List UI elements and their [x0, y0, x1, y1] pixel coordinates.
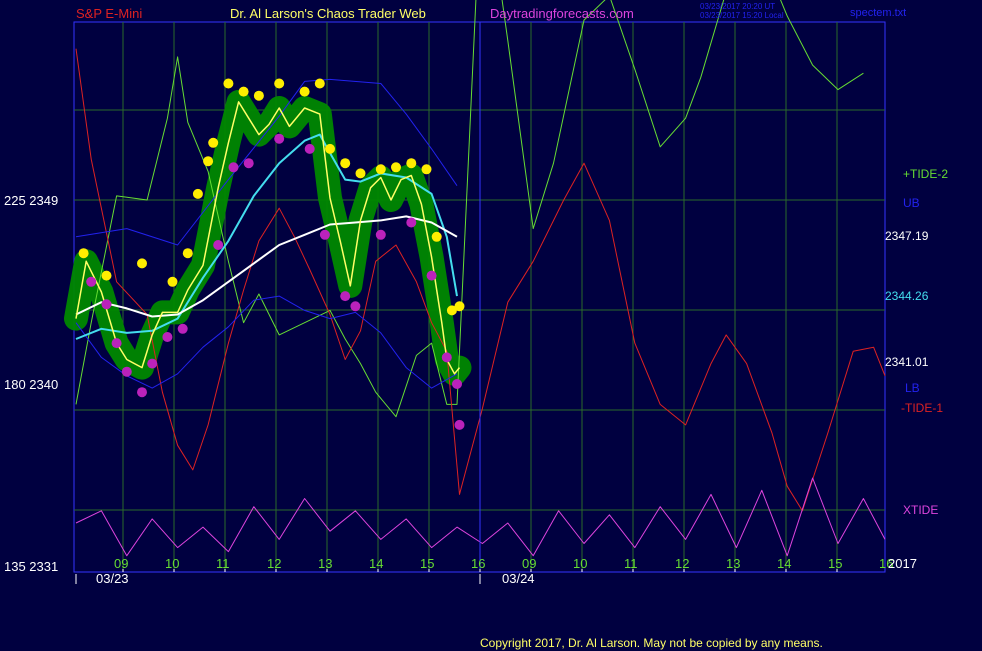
file-label: spectem.txt: [850, 7, 907, 19]
right-label-xtide: XTIDE: [903, 503, 939, 517]
low-dot: [121, 366, 132, 377]
low-dot: [406, 217, 417, 228]
x-hour-label-6: 15: [420, 556, 435, 571]
high-dot: [208, 137, 219, 148]
high-dot: [78, 248, 89, 259]
low-dot: [340, 291, 351, 302]
low-dot: [319, 229, 330, 240]
low-dot: [375, 229, 386, 240]
high-dot: [431, 231, 442, 242]
low-dot: [177, 323, 188, 334]
x-axis-ticks: [75, 569, 838, 584]
x-date-label-1: 03/24: [502, 571, 535, 586]
y-label-0: 225 2349: [4, 193, 59, 208]
series-ub: [75, 78, 458, 246]
high-dot: [274, 78, 285, 89]
site-link[interactable]: Daytradingforecasts.com: [490, 6, 634, 21]
high-dot: [167, 276, 178, 287]
right-label-price-ub: 2347.19: [885, 229, 929, 243]
x-hour-label-3: 12: [267, 556, 282, 571]
instrument-label: S&P E-Mini: [76, 6, 143, 21]
x-hour-label-10: 11: [624, 556, 638, 571]
right-label-tide-plus: +TIDE-2: [903, 167, 949, 181]
high-dot: [203, 156, 214, 167]
low-dot: [162, 332, 173, 342]
high-dot: [137, 258, 147, 269]
right-label-ub: UB: [903, 196, 920, 210]
x-hour-label-9: 10: [573, 556, 588, 571]
low-dot: [452, 379, 462, 389]
high-dot: [314, 78, 325, 89]
low-dot: [147, 358, 158, 369]
right-label-price-low: 2341.01: [885, 355, 929, 369]
timestamp-local: 03/23/2017 15:20 Local: [700, 11, 784, 20]
low-dot: [137, 387, 147, 398]
x-year-label: 2017: [888, 556, 917, 571]
x-hour-label-11: 12: [675, 556, 690, 571]
high-dot: [182, 248, 193, 259]
low-dot: [86, 276, 97, 287]
chart-canvas: [64, 0, 886, 584]
series-avg-slow: [75, 215, 458, 318]
x-hour-label-7: 16: [471, 556, 486, 571]
y-label-2: 135 2331: [4, 559, 59, 574]
x-hour-label-13: 14: [777, 556, 792, 571]
low-dot: [274, 133, 285, 144]
low-dot: [213, 240, 224, 250]
low-dot: [441, 352, 452, 363]
x-date-label-0: 03/23: [96, 571, 129, 586]
low-dot: [101, 299, 112, 310]
low-dot: [111, 338, 122, 349]
right-label-lb: LB: [905, 381, 920, 395]
x-hour-label-2: 11: [216, 556, 230, 571]
low-dot: [228, 162, 239, 173]
series--tide-2: [75, 0, 864, 418]
x-hour-label-0: 09: [114, 556, 129, 571]
low-dot: [243, 158, 254, 169]
x-hour-label-5: 14: [369, 556, 384, 571]
copyright: Copyright 2017, Dr. Al Larson. May not b…: [480, 636, 823, 650]
high-dot: [391, 162, 401, 173]
high-dot: [454, 301, 465, 312]
high-dot: [340, 158, 351, 169]
low-dot: [426, 270, 437, 281]
high-dot: [299, 86, 310, 97]
x-hour-label-1: 10: [165, 556, 180, 571]
high-dot: [355, 168, 366, 179]
high-dot: [238, 86, 249, 97]
x-hour-label-8: 09: [522, 556, 537, 571]
x-hour-label-4: 13: [318, 556, 333, 571]
right-label-price-avg: 2344.26: [885, 289, 929, 303]
source-label: Dr. Al Larson's Chaos Trader Web: [230, 6, 426, 21]
high-dot: [421, 164, 432, 175]
right-label-tide-minus: -TIDE-1: [901, 401, 943, 415]
low-dot: [350, 301, 361, 312]
high-dot: [325, 143, 335, 154]
high-dot: [253, 90, 264, 101]
x-hour-label-12: 13: [726, 556, 741, 571]
low-dot: [304, 143, 315, 154]
high-dot: [223, 78, 234, 89]
high-dot: [375, 164, 386, 175]
high-dot: [101, 270, 112, 281]
high-dot: [406, 158, 417, 169]
high-dot: [192, 188, 203, 199]
x-hour-label-14: 15: [828, 556, 843, 571]
timestamp-ut: 03/23/2017 20:20 UT: [700, 2, 776, 11]
y-label-1: 180 2340: [4, 377, 59, 392]
low-dot: [454, 419, 465, 430]
